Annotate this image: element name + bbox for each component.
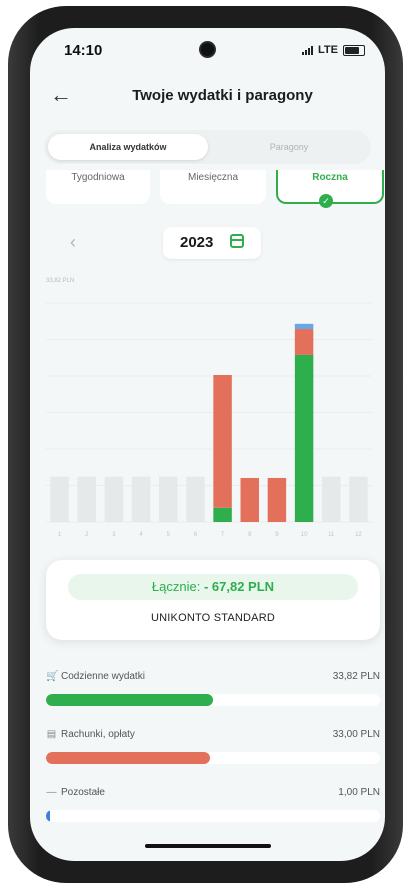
category-amount: 33,82 PLN <box>332 670 380 682</box>
category-daily-expenses[interactable]: 🛒 Codzienne wydatki 33,82 PLN <box>46 668 380 706</box>
chevron-left-icon[interactable]: ‹ <box>70 232 76 253</box>
calendar-icon[interactable] <box>230 234 244 248</box>
category-label: Pozostałe <box>61 786 105 798</box>
chart-month-label: 1 <box>58 532 62 538</box>
category-progress-track <box>46 752 380 764</box>
tab-paragony[interactable]: Paragony <box>211 134 367 160</box>
status-bar: 14:10 LTE <box>30 28 385 72</box>
category-amount: 33,00 PLN <box>332 728 380 740</box>
status-time: 14:10 <box>64 42 103 59</box>
chart-bar-segment[interactable] <box>213 375 232 508</box>
chart-month-label: 12 <box>355 532 362 538</box>
category-bills[interactable]: ▤ Rachunki, opłaty 33,00 PLN <box>46 726 380 764</box>
category-other[interactable]: — Pozostałe 1,00 PLN <box>46 784 380 822</box>
dash-icon: — <box>46 786 57 798</box>
summary-card: Łącznie: - 67,82 PLN UNIKONTO STANDARD <box>46 560 380 640</box>
year-value: 2023 <box>180 234 214 251</box>
category-progress-track <box>46 810 380 822</box>
chart-bar-empty[interactable] <box>322 476 341 522</box>
year-selector[interactable]: 2023 <box>163 227 261 259</box>
total-value: - 67,82 PLN <box>203 579 275 594</box>
system-icons: LTE <box>302 44 365 56</box>
chart-month-label: 5 <box>167 532 171 538</box>
chart-month-label: 8 <box>248 532 252 538</box>
chart-month-label: 3 <box>112 532 116 538</box>
page-title: Twoje wydatki i paragony <box>132 87 313 104</box>
chart-bar-empty[interactable] <box>131 476 151 522</box>
bill-icon: ▤ <box>46 728 57 740</box>
category-progress-fill <box>46 752 210 764</box>
signal-icon <box>302 45 314 55</box>
category-amount: 1,00 PLN <box>338 786 380 798</box>
total-pill: Łącznie: - 67,82 PLN <box>68 574 358 600</box>
period-monthly-button[interactable]: Miesięczna <box>160 170 266 204</box>
chart-bar-segment[interactable] <box>294 323 314 330</box>
chart-bar-segment[interactable] <box>267 477 287 522</box>
chart-month-label: 4 <box>139 532 143 538</box>
category-label: Codzienne wydatki <box>61 670 145 682</box>
chart-month-label: 7 <box>221 532 225 538</box>
chart-month-label: 6 <box>194 532 198 538</box>
chart-bar-segment[interactable] <box>240 477 259 522</box>
app-screen: 14:10 LTE ← Twoje wydatki i paragony Ana… <box>30 28 385 861</box>
chart-bar-segment[interactable] <box>294 329 314 355</box>
period-yearly-label: Roczna <box>312 172 348 183</box>
period-monthly-label: Miesięczna <box>187 172 239 183</box>
chart-bar-empty[interactable] <box>349 476 368 522</box>
chart-bar-empty[interactable] <box>77 476 96 522</box>
account-name: UNIKONTO STANDARD <box>150 612 275 624</box>
chart-bar-segment[interactable] <box>213 507 232 522</box>
category-label: Rachunki, opłaty <box>61 728 135 740</box>
chart-bar-empty[interactable] <box>186 476 205 522</box>
period-weekly-button[interactable]: Tygodniowa <box>46 170 150 204</box>
period-weekly-label: Tygodniowa <box>71 172 125 183</box>
chart-month-label: 9 <box>275 532 279 538</box>
chart-bar-empty[interactable] <box>50 476 69 522</box>
chart-bar-empty[interactable] <box>159 476 178 522</box>
chart-bar-empty[interactable] <box>104 476 124 522</box>
home-indicator[interactable] <box>145 844 271 848</box>
cart-icon: 🛒 <box>46 670 59 682</box>
chart-month-label: 10 <box>301 532 308 538</box>
battery-icon <box>343 44 365 56</box>
check-icon: ✓ <box>319 194 333 208</box>
category-progress-track <box>46 694 380 706</box>
network-label: LTE <box>318 44 338 56</box>
total-label: Łącznie: <box>151 579 201 594</box>
category-progress-fill <box>46 694 213 706</box>
yearly-spending-chart: 33,82 PLN1 2 3 4 5 6 7 8 9 10 11 12 <box>46 278 372 538</box>
chart-month-label: 11 <box>328 532 335 538</box>
chart-month-label: 2 <box>85 532 89 538</box>
camera-hole <box>201 43 214 56</box>
tab-switcher: Analiza wydatków Paragony <box>44 130 371 164</box>
tab-analiza-wydatkow[interactable]: Analiza wydatków <box>48 134 208 160</box>
category-progress-fill <box>46 810 50 822</box>
chart-max-label: 33,82 PLN <box>46 278 74 284</box>
chart-bar-segment[interactable] <box>294 354 314 522</box>
